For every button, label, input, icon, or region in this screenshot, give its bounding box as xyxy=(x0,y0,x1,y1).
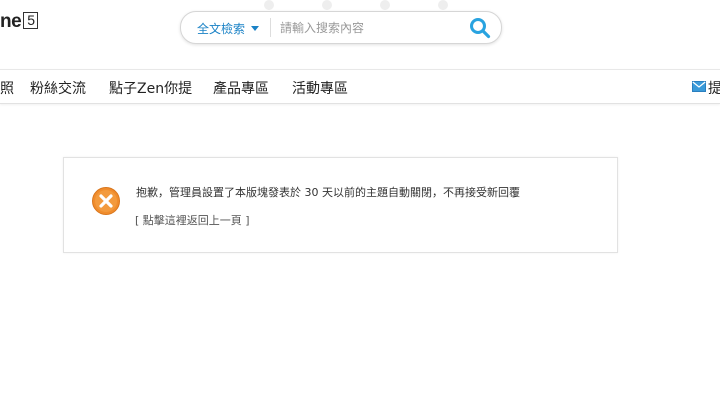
search-input[interactable] xyxy=(278,17,462,39)
search-scope-label: 全文檢索 xyxy=(197,22,246,36)
main-nav: 照 粉絲交流 點子Zen你提 產品專區 活動專區 提 xyxy=(0,69,720,104)
alert-message: 抱歉，管理員設置了本版塊發表於 30 天以前的主題自動關閉，不再接受新回覆 xyxy=(136,186,520,199)
search-scope-dropdown[interactable]: 全文檢索 xyxy=(197,20,260,37)
back-link[interactable]: [ 點擊這裡返回上一頁 ] xyxy=(135,212,250,228)
nav-item-fan-exchange[interactable]: 粉絲交流 xyxy=(30,78,86,98)
top-header: ne 5 全文檢索 xyxy=(0,0,720,68)
search-bar: 全文檢索 xyxy=(180,11,502,44)
nav-item-photo[interactable]: 照 xyxy=(0,78,14,98)
search-divider xyxy=(270,18,271,37)
error-x-icon xyxy=(92,187,120,215)
nav-item-zen-ideas[interactable]: 點子Zen你提 xyxy=(109,78,192,98)
mail-icon[interactable] xyxy=(692,81,706,92)
site-logo[interactable]: ne 5 xyxy=(0,11,39,33)
chevron-down-icon xyxy=(251,26,260,31)
nav-item-products[interactable]: 產品專區 xyxy=(213,78,269,98)
nav-item-events[interactable]: 活動專區 xyxy=(292,78,348,98)
logo-text: ne xyxy=(0,11,22,32)
logo-box: 5 xyxy=(23,12,39,29)
nav-right-label[interactable]: 提 xyxy=(708,78,720,98)
search-icon[interactable] xyxy=(469,17,491,39)
error-alert-box: 抱歉，管理員設置了本版塊發表於 30 天以前的主題自動關閉，不再接受新回覆 [ … xyxy=(63,157,618,253)
